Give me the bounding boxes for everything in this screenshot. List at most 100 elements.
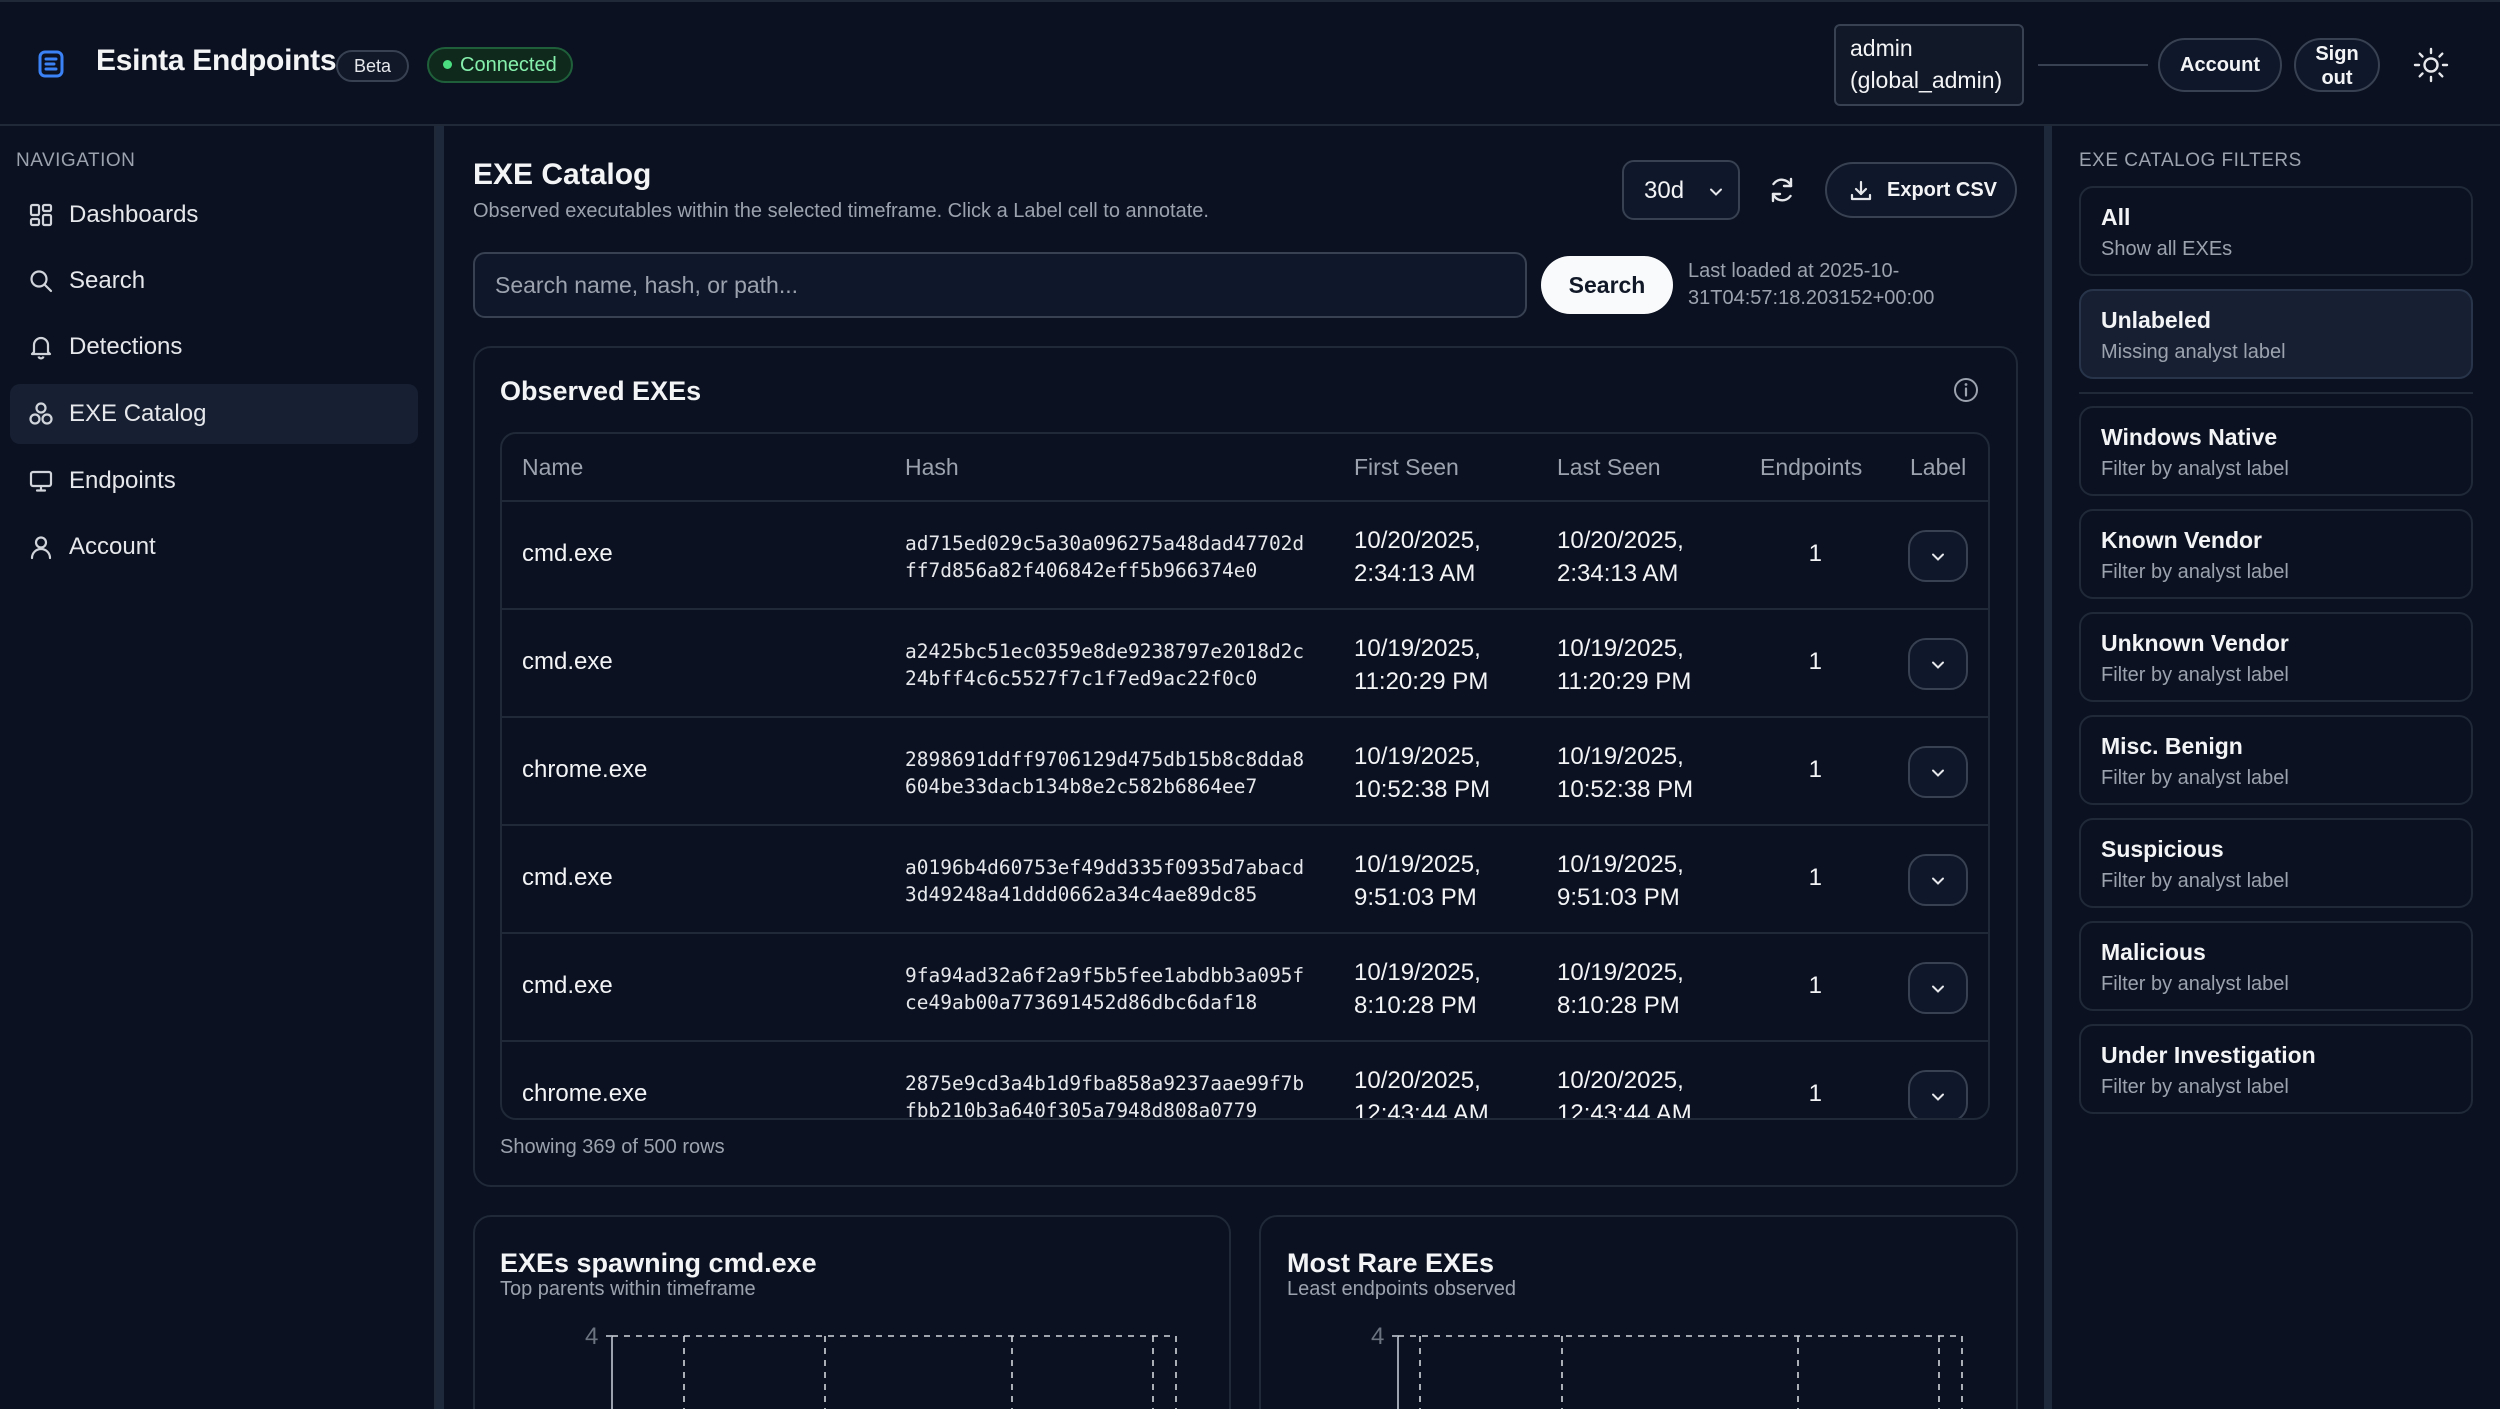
filter-unlabeled[interactable]: Unlabeled Missing analyst label <box>2079 289 2473 379</box>
exe-name-cell: cmd.exe <box>522 972 613 999</box>
chevron-down-icon <box>1932 1093 1944 1101</box>
timeframe-value: 30d <box>1644 177 1685 204</box>
date-line: 10/19/2025, <box>1354 635 1481 662</box>
column-header-endpoints[interactable]: Endpoints <box>1760 454 1862 481</box>
info-icon[interactable] <box>1952 376 1980 404</box>
y-tick-label: 4 <box>585 1323 598 1350</box>
monitor-icon <box>29 470 53 492</box>
sidebar-scrollbar[interactable] <box>436 126 444 1409</box>
filter-windows-native[interactable]: Windows Native Filter by analyst label <box>2079 406 2473 496</box>
bell-icon <box>30 336 52 360</box>
endpoints-cell: 1 <box>1808 540 1822 567</box>
hash-line: ce49ab00a773691452d86dbc6daf18 <box>905 991 1258 1014</box>
time-line: 12:43:44 AM <box>1354 1100 1489 1120</box>
exe-name-cell: cmd.exe <box>522 648 613 675</box>
date-line: 10/20/2025, <box>1354 527 1481 554</box>
rare-chart-plot: 4 <box>1371 1323 1963 1409</box>
hash-line: 604be33dacb134b8e2c582b6864ee7 <box>905 775 1258 798</box>
search-icon <box>30 270 53 293</box>
page-title: EXE Catalog <box>473 158 652 191</box>
last-loaded-text: Last loaded at 2025-10-31T04:57:18.20315… <box>1688 260 1935 309</box>
filter-subtitle: Filter by analyst label <box>2101 458 2289 480</box>
chevron-down-icon <box>1932 769 1944 777</box>
filter-unknown-vendor[interactable]: Unknown Vendor Filter by analyst label <box>2079 612 2473 702</box>
search-button[interactable]: Search <box>1541 256 1673 314</box>
filter-under-investigation[interactable]: Under Investigation Filter by analyst la… <box>2079 1024 2473 1114</box>
dashboard-icon <box>29 203 53 227</box>
table-row[interactable]: chrome.exe 2875e9cd3a4b1d9fba858a9237aae… <box>502 1040 1988 1120</box>
spawning-chart-plot: 4 <box>585 1323 1177 1409</box>
hash-cell: 2875e9cd3a4b1d9fba858a9237aae99f7b fbb210… <box>905 1070 1325 1120</box>
label-select[interactable] <box>1908 746 1968 798</box>
label-select[interactable] <box>1908 638 1968 690</box>
filter-title: Suspicious <box>2101 836 2224 862</box>
chevron-down-icon <box>1932 553 1944 561</box>
column-header-last-seen[interactable]: Last Seen <box>1557 454 1661 481</box>
filter-subtitle: Filter by analyst label <box>2101 973 2289 995</box>
filter-title: Windows Native <box>2101 424 2278 450</box>
filter-subtitle: Show all EXEs <box>2101 238 2233 260</box>
sidebar-item-endpoints[interactable]: Endpoints <box>10 451 418 511</box>
filter-suspicious[interactable]: Suspicious Filter by analyst label <box>2079 818 2473 908</box>
column-header-name[interactable]: Name <box>522 454 583 481</box>
search-input[interactable] <box>473 252 1527 318</box>
label-select[interactable] <box>1908 1070 1968 1118</box>
spawning-chart-title: EXEs spawning cmd.exe <box>500 1248 817 1278</box>
filter-all[interactable]: All Show all EXEs <box>2079 186 2473 276</box>
filter-subtitle: Missing analyst label <box>2101 341 2286 363</box>
timeframe-select[interactable]: 30d <box>1622 160 1740 220</box>
sidebar-item-label: Search <box>69 267 146 294</box>
filter-title: Under Investigation <box>2101 1042 2316 1068</box>
column-header-label[interactable]: Label <box>1910 454 1966 481</box>
chevron-down-icon <box>1932 985 1944 993</box>
column-header-first-seen[interactable]: First Seen <box>1354 454 1459 481</box>
table-row[interactable]: chrome.exe 2898691ddff9706129d475db15b8c… <box>502 716 1988 824</box>
filter-title: Unknown Vendor <box>2101 630 2289 656</box>
hash-line: fbb210b3a640f305a7948d808a0779 <box>905 1099 1258 1120</box>
nav-heading: NAVIGATION <box>16 150 136 171</box>
hash-line: ad715ed029c5a30a096275a48dad47702d <box>905 532 1305 555</box>
endpoints-cell: 1 <box>1808 1080 1822 1107</box>
filter-title: Malicious <box>2101 939 2206 965</box>
hash-cell: ad715ed029c5a30a096275a48dad47702d ff7d85… <box>905 530 1325 584</box>
label-select[interactable] <box>1908 962 1968 1014</box>
exe-name-cell: chrome.exe <box>522 756 648 783</box>
refresh-icon[interactable] <box>1764 172 1800 208</box>
label-select[interactable] <box>1908 854 1968 906</box>
column-header-hash[interactable]: Hash <box>905 454 959 481</box>
filter-malicious[interactable]: Malicious Filter by analyst label <box>2079 921 2473 1011</box>
sign-out-button[interactable]: Sign out <box>2294 38 2380 92</box>
sign-out-label-1: Sign <box>2315 43 2359 65</box>
hash-cell: 9fa94ad32a6f2a9f5b5fee1abdbb3a095f ce49ab… <box>905 962 1325 1016</box>
first-seen-cell: 10/20/2025, 2:34:13 AM <box>1354 524 1554 590</box>
sidebar-item-exe-catalog[interactable]: EXE Catalog <box>10 384 418 444</box>
exe-name-cell: chrome.exe <box>522 1080 648 1107</box>
top-bar: Esinta Endpoints Beta Connected admin (g… <box>0 0 2500 126</box>
hash-line: 24bff4c6c5527f7c1f7ed9ac22f0c0 <box>905 667 1258 690</box>
hash-cell: a2425bc51ec0359e8de9238797e2018d2c 24bff4… <box>905 638 1325 692</box>
sidebar-item-dashboards[interactable]: Dashboards <box>10 185 418 245</box>
filter-title: All <box>2101 204 2131 230</box>
main-scrollbar[interactable] <box>2044 126 2052 1409</box>
label-select[interactable] <box>1908 530 1968 582</box>
sidebar-item-search[interactable]: Search <box>10 251 418 311</box>
sidebar-item-account[interactable]: Account <box>10 517 418 577</box>
hash-line: 2875e9cd3a4b1d9fba858a9237aae99f7b <box>905 1072 1305 1095</box>
table-row[interactable]: cmd.exe a2425bc51ec0359e8de9238797e2018d… <box>502 608 1988 716</box>
status-dot-icon <box>443 60 452 69</box>
filter-title: Misc. Benign <box>2101 733 2243 759</box>
user-identity: admin (global_admin) <box>1834 24 2024 106</box>
hash-line: 3d49248a41ddd0662a34c4ae89dc85 <box>905 883 1258 906</box>
table-row[interactable]: cmd.exe a0196b4d60753ef49dd335f0935d7aba… <box>502 824 1988 932</box>
export-csv-button[interactable]: Export CSV <box>1825 162 2017 218</box>
account-button[interactable]: Account <box>2158 38 2282 92</box>
theme-toggle-sun-icon[interactable] <box>2412 46 2450 84</box>
date-line: 10/19/2025, <box>1354 959 1481 986</box>
first-seen-cell: 10/19/2025, 11:20:29 PM <box>1354 632 1554 698</box>
sidebar-item-detections[interactable]: Detections <box>10 317 418 377</box>
filter-misc-benign[interactable]: Misc. Benign Filter by analyst label <box>2079 715 2473 805</box>
filter-known-vendor[interactable]: Known Vendor Filter by analyst label <box>2079 509 2473 599</box>
table-row[interactable]: cmd.exe 9fa94ad32a6f2a9f5b5fee1abdbb3a09… <box>502 932 1988 1040</box>
table-row[interactable]: cmd.exe ad715ed029c5a30a096275a48dad4770… <box>502 500 1988 608</box>
time-line: 9:51:03 PM <box>1354 884 1477 911</box>
